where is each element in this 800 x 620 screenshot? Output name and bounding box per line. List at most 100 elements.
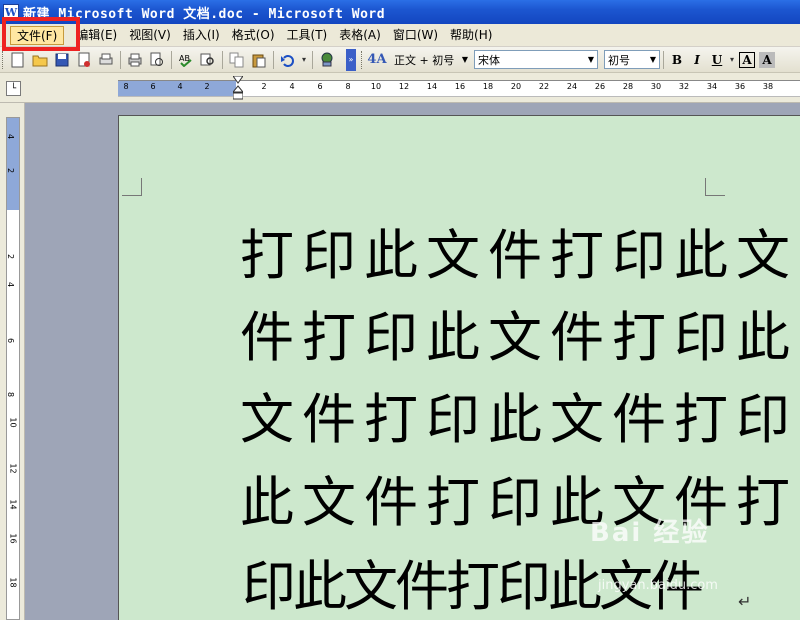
ruler-tick-label: 26 [594,82,606,91]
watermark-logo: Bai 经验 [590,518,710,548]
ruler-tick-label: 14 [8,499,18,510]
toolbar-grip[interactable] [361,50,364,69]
document-text-line[interactable]: 此文件打印此文件打 [240,476,798,530]
style-value: 正文 + 初号 [394,53,455,67]
print-icon[interactable] [125,50,145,70]
ruler-tick-label: 12 [398,82,410,91]
copy-icon[interactable] [227,50,247,70]
ruler-tick-label: 4 [177,82,183,91]
save-icon[interactable] [52,50,72,70]
undo-dropdown-icon[interactable]: ▾ [300,50,308,70]
research-icon[interactable] [198,50,218,70]
ruler-tick-label: 16 [454,82,466,91]
toolbar-separator [312,50,313,69]
toolbar-separator [171,50,172,69]
underline-dropdown-icon[interactable]: ▾ [728,50,736,70]
styles-formatting-icon[interactable]: 4A [367,50,387,70]
horizontal-ruler[interactable]: 8 6 4 2 2 4 6 8 10 12 14 16 18 20 22 24 26 28 30 32 34 36 38 [118,80,800,97]
char-shading-button[interactable]: A [759,51,775,68]
ruler-tick-label: 2 [261,82,267,91]
watermark-url: jingyan.baidu.com [598,578,718,593]
paragraph-mark-icon: ↵ [738,592,752,611]
ruler-tick-label: 12 [8,463,18,474]
ruler-tick-label: 8 [6,391,16,398]
ruler-tick-label: 4 [6,281,16,288]
margin-corner-mark [122,178,142,196]
toolbar-options-icon[interactable]: » [346,48,356,71]
bold-button[interactable]: B [667,50,687,70]
char-border-button[interactable]: A [739,51,755,68]
ruler-tick-label: 8 [123,82,129,91]
style-dropdown[interactable]: 正文 + 初号 ▼ [390,50,472,69]
ruler-tick-label: 6 [317,82,323,91]
ruler-tick-label: 2 [204,82,210,91]
print-preview-icon[interactable] [96,50,116,70]
ruler-margin-top [7,118,19,210]
font-size-value: 初号 [608,53,630,67]
ruler-tick-label: 20 [510,82,522,91]
underline-button[interactable]: U [707,50,727,70]
menu-help[interactable]: 帮助(H) [444,26,498,45]
ruler-tick-label: 36 [734,82,746,91]
ruler-tick-label: 34 [706,82,718,91]
toolbar-separator [222,50,223,69]
permission-icon[interactable] [74,50,94,70]
ruler-tick-label: 4 [6,133,16,140]
chevron-down-icon: ▼ [649,55,656,64]
ruler-tick-label: 10 [8,417,18,428]
ruler-row: └ 8 6 4 2 2 4 6 8 10 12 14 16 18 20 22 24 26 28 30 32 34 36 38 [0,73,800,103]
paste-icon[interactable] [249,50,269,70]
hyperlink-icon[interactable] [317,50,337,70]
ruler-tick-label: 18 [482,82,494,91]
italic-button[interactable]: I [687,50,707,70]
ruler-tick-label: 38 [762,82,774,91]
menu-table[interactable]: 表格(A) [333,26,387,45]
ruler-tick-label: 4 [289,82,295,91]
font-value: 宋体 [478,53,500,67]
ruler-tick-label: 28 [622,82,634,91]
menu-format[interactable]: 格式(O) [226,26,281,45]
ruler-tick-label: 6 [150,82,156,91]
word-window: W 新建 Microsoft Word 文档.doc - Microsoft W… [0,0,800,620]
spelling-icon[interactable]: AB [176,50,196,70]
ruler-tick-label: 10 [370,82,382,91]
ruler-tick-label: 14 [426,82,438,91]
menu-view[interactable]: 视图(V) [123,26,177,45]
document-text-line[interactable]: 文件打印此文件打印 [240,393,798,447]
document-text-line[interactable]: 打印此文件打印此文 [240,229,798,283]
font-dropdown[interactable]: 宋体 ▼ [474,50,598,69]
ruler-tick-label: 2 [6,167,16,174]
vertical-ruler[interactable]: 4 2 2 4 6 8 10 12 14 16 18 [6,117,20,620]
chevron-down-icon: ▼ [587,55,594,64]
ruler-tick-label: 18 [8,577,18,588]
font-size-dropdown[interactable]: 初号 ▼ [604,50,660,69]
undo-icon[interactable] [278,50,298,70]
menu-tools[interactable]: 工具(T) [281,26,334,45]
ruler-tick-label: 30 [650,82,662,91]
tab-selector-button[interactable]: └ [6,81,21,96]
open-icon[interactable] [30,50,50,70]
toolbar-separator [273,50,274,69]
menu-window[interactable]: 窗口(W) [387,26,444,45]
toolbar-separator [120,50,121,69]
ruler-tick-label: 8 [345,82,351,91]
toolbar-grip[interactable] [2,50,5,69]
indent-marker-icon[interactable] [233,76,243,100]
ruler-tick-label: 22 [538,82,550,91]
ruler-tick-label: 24 [566,82,578,91]
ruler-tick-label: 32 [678,82,690,91]
ruler-tick-label: 16 [8,533,18,544]
ruler-tick-label: 2 [6,253,16,260]
toolbar-separator [663,50,664,69]
print-preview-2-icon[interactable] [147,50,167,70]
document-text-line[interactable]: 件打印此文件打印此 [240,311,798,365]
toolbar: AB ▾ » 4A 正文 + 初号 ▼ 宋体 ▼ 初号 ▼ B I U ▾ A … [0,47,800,73]
margin-corner-mark [705,178,725,196]
menu-bar: 文件(F) 编辑(E) 视图(V) 插入(I) 格式(O) 工具(T) 表格(A… [0,24,800,47]
menu-insert[interactable]: 插入(I) [177,26,226,45]
ruler-tick-label: 6 [6,337,16,344]
new-document-icon[interactable] [8,50,28,70]
title-bar: W 新建 Microsoft Word 文档.doc - Microsoft W… [0,0,800,24]
highlight-box [2,17,80,51]
chevron-down-icon: ▼ [461,55,468,64]
